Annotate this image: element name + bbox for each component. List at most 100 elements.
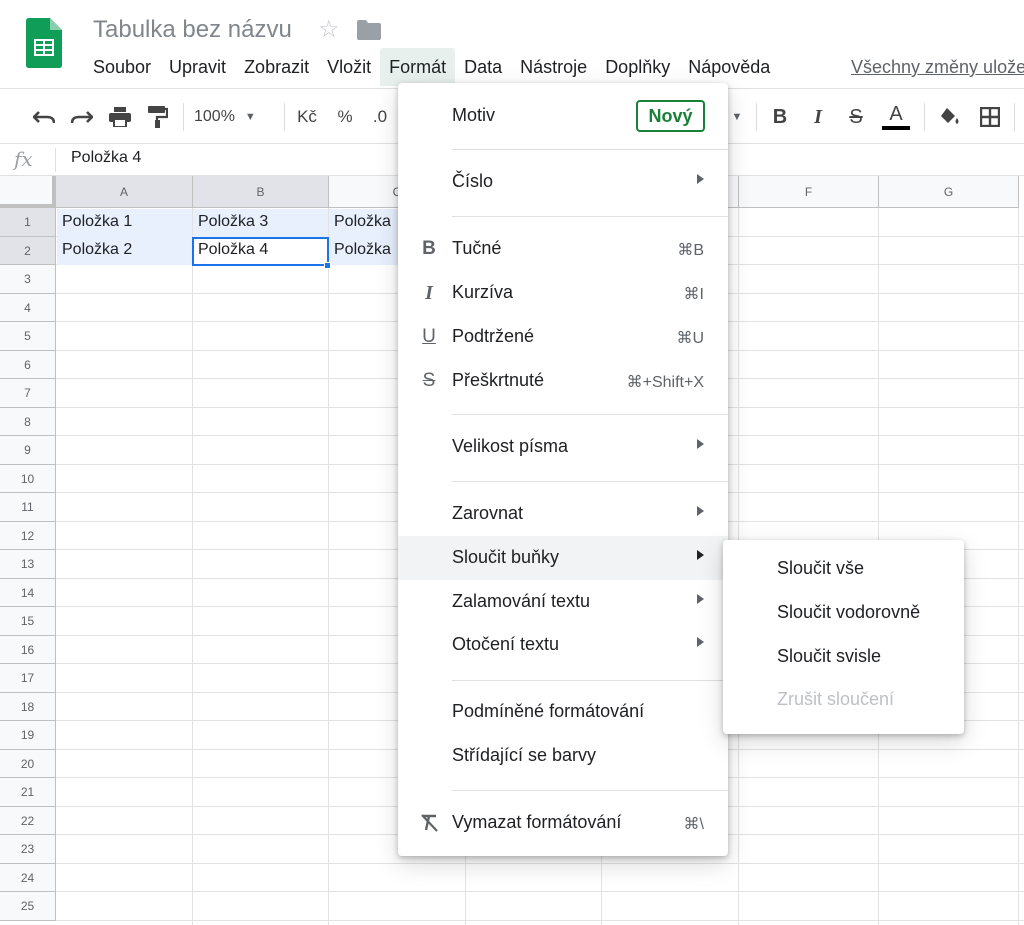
menu-item-merge-cells[interactable]: Sloučit buňky [398,536,728,580]
chevron-down-icon[interactable]: ▼ [727,102,747,132]
row-header-6[interactable]: 6 [0,351,56,379]
cell-c2[interactable]: Položka [329,237,399,265]
cell-c1[interactable]: Položka [329,209,399,237]
row-header-16[interactable]: 16 [0,636,56,664]
star-icon[interactable]: ☆ [318,15,340,44]
row-header-25[interactable]: 25 [0,892,56,921]
new-badge: Nový [636,100,705,132]
menu-item-text-rotation[interactable]: Otočení textu [398,623,728,667]
currency-format-button[interactable]: Kč [294,102,320,132]
row-header-24[interactable]: 24 [0,864,56,892]
row-header-9[interactable]: 9 [0,436,56,465]
italic-icon: I [425,281,433,304]
row-header-17[interactable]: 17 [0,664,56,693]
menu-item-number[interactable]: Číslo [398,160,728,204]
menu-file[interactable]: Soubor [84,48,160,86]
sheets-logo-icon[interactable] [26,18,62,68]
zoom-select[interactable]: 100% ▼ [194,102,274,132]
menu-item-label: Vymazat formátování [452,812,622,832]
menu-help[interactable]: Nápověda [679,48,779,86]
column-header-b[interactable]: B [193,176,329,208]
menu-item-merge-vertically[interactable]: Sloučit svisle [723,635,964,679]
cell-b1[interactable]: Položka 3 [193,209,328,237]
row-header-20[interactable]: 20 [0,750,56,778]
redo-icon[interactable] [68,102,96,132]
column-header-f[interactable]: F [739,176,879,208]
row-header-2[interactable]: 2 [0,237,56,265]
menu-item-italic[interactable]: I Kurzíva ⌘I [398,271,728,315]
menu-item-align[interactable]: Zarovnat [398,492,728,536]
fill-color-icon[interactable] [936,102,964,132]
row-header-3[interactable]: 3 [0,265,56,294]
row-header-4[interactable]: 4 [0,294,56,322]
toolbar-divider [183,103,184,131]
menu-divider [452,149,728,150]
paint-format-icon[interactable] [144,102,172,132]
menu-item-label: Sloučit vodorovně [777,602,921,622]
menu-view[interactable]: Zobrazit [235,48,318,86]
menu-item-unmerge: Zrušit sloučení [723,678,964,722]
print-icon[interactable] [106,102,134,132]
chevron-right-icon [697,506,704,516]
save-status-link[interactable]: Všechny změny uloženy [851,57,1024,78]
bold-icon[interactable]: B [766,102,794,132]
menu-item-label: Zrušit sloučení [777,689,895,709]
app-header: Tabulka bez názvu ☆ Soubor Upravit Zobra… [0,0,1024,88]
row-header-23[interactable]: 23 [0,835,56,864]
menu-tools[interactable]: Nástroje [511,48,596,86]
menu-item-strikethrough[interactable]: S Přeškrtnuté ⌘+Shift+X [398,359,728,403]
menu-item-underline[interactable]: U Podtržené ⌘U [398,315,728,359]
row-header-1[interactable]: 1 [0,208,56,237]
percent-format-button[interactable]: % [332,102,358,132]
menu-data[interactable]: Data [455,48,511,86]
text-color-icon[interactable]: A [880,102,912,132]
grid-line [56,891,1024,892]
italic-icon[interactable]: I [804,102,832,132]
menu-item-label: Velikost písma [452,436,569,456]
column-header-a[interactable]: A [56,176,193,208]
menu-edit[interactable]: Upravit [160,48,235,86]
menu-item-font-size[interactable]: Velikost písma [398,425,728,469]
row-header-10[interactable]: 10 [0,465,56,493]
row-header-19[interactable]: 19 [0,721,56,750]
menu-item-clear-formatting[interactable]: Vymazat formátování ⌘\ [398,801,728,845]
column-header-g[interactable]: G [879,176,1019,208]
row-header-12[interactable]: 12 [0,522,56,550]
row-header-11[interactable]: 11 [0,493,56,522]
menu-insert[interactable]: Vložit [318,48,380,86]
strikethrough-icon[interactable]: S [842,102,870,132]
menu-item-bold[interactable]: B Tučné ⌘B [398,227,728,271]
menu-item-alternating-colors[interactable]: Střídající se barvy [398,734,728,778]
underline-icon: U [422,326,436,347]
cell-a1[interactable]: Položka 1 [57,209,192,237]
menu-item-label: Sloučit vše [777,558,865,578]
row-header-21[interactable]: 21 [0,778,56,807]
select-all-corner[interactable] [0,176,56,208]
row-header-14[interactable]: 14 [0,579,56,607]
row-header-13[interactable]: 13 [0,550,56,579]
menu-item-conditional-formatting[interactable]: Podmíněné formátování [398,690,728,734]
menu-item-merge-horizontally[interactable]: Sloučit vodorovně [723,591,964,635]
cell-a2[interactable]: Položka 2 [57,237,192,265]
document-title[interactable]: Tabulka bez názvu [93,16,292,44]
toolbar-divider [1014,103,1015,131]
row-header-22[interactable]: 22 [0,807,56,835]
folder-icon[interactable] [357,20,381,40]
formula-input[interactable]: Položka 4 [71,149,141,167]
undo-icon[interactable] [30,102,58,132]
row-header-5[interactable]: 5 [0,322,56,351]
menu-item-text-wrapping[interactable]: Zalamování textu [398,580,728,624]
shortcut-label: ⌘+Shift+X [626,374,704,391]
row-header-7[interactable]: 7 [0,379,56,408]
menu-divider [452,790,728,791]
row-header-15[interactable]: 15 [0,607,56,636]
fill-handle[interactable] [324,262,331,269]
menu-format[interactable]: Formát [380,48,456,86]
row-header-18[interactable]: 18 [0,693,56,721]
menu-item-merge-all[interactable]: Sloučit vše [723,547,964,591]
menu-addons[interactable]: Doplňky [596,48,679,86]
menu-item-label: Číslo [452,171,494,191]
row-header-8[interactable]: 8 [0,408,56,436]
borders-icon[interactable] [976,102,1004,132]
decrease-decimal-button[interactable]: .0 [368,102,392,132]
